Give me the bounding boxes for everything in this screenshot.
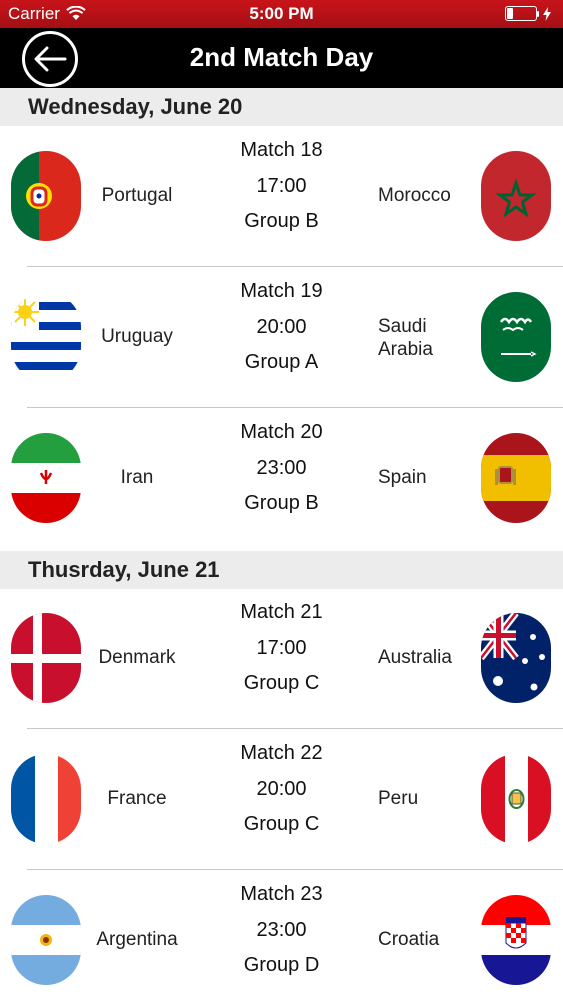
- match-number: Match 23: [240, 883, 323, 905]
- match-info: Match 20 23:00 Group B: [200, 420, 363, 527]
- match-time: 17:00: [256, 636, 307, 659]
- match-group: Group A: [244, 351, 319, 373]
- match-time: 23:00: [256, 918, 307, 941]
- match-group: Group C: [243, 813, 320, 835]
- saudi-arabia-flag-icon: [481, 292, 551, 382]
- match-info: Match 22 20:00 Group C: [200, 741, 363, 848]
- australia-flag-icon: [481, 613, 551, 703]
- match-info: Match 19 20:00 Group A: [200, 279, 363, 386]
- charging-bolt-icon: [543, 6, 551, 21]
- away-team-name: Australia: [378, 647, 452, 668]
- match-number: Match 18: [240, 139, 323, 161]
- match-row[interactable]: Iran Match 20 23:00 Group B Spain: [0, 408, 563, 549]
- match-row[interactable]: Uruguay Match 19 20:00 Group A Saudi Ara…: [0, 267, 563, 408]
- match-row[interactable]: Argentina Match 23 23:00 Group D Croatia: [0, 870, 563, 1000]
- morocco-flag-icon: [481, 151, 551, 241]
- match-number: Match 20: [240, 421, 323, 443]
- match-info: Match 21 17:00 Group C: [200, 600, 363, 707]
- peru-flag-icon: [481, 754, 551, 844]
- match-row[interactable]: France Match 22 20:00 Group C Peru: [0, 729, 563, 870]
- match-time: 17:00: [256, 174, 307, 197]
- match-number: Match 19: [240, 280, 323, 302]
- match-time: 20:00: [256, 315, 307, 338]
- day-header-thursday: Thusrday, June 21: [0, 551, 563, 589]
- croatia-flag-icon: [481, 895, 551, 985]
- match-group: Group D: [243, 954, 320, 976]
- iran-flag-icon: [11, 433, 81, 523]
- spain-flag-icon: [481, 433, 551, 523]
- away-team-name: Spain: [378, 467, 427, 488]
- away-team-name: Croatia: [378, 929, 440, 950]
- match-row[interactable]: Denmark Match 21 17:00 Group C Australia: [0, 588, 563, 729]
- uruguay-flag-icon: [11, 292, 81, 382]
- navigation-bar: 2nd Match Day: [0, 28, 563, 88]
- status-time: 5:00 PM: [249, 4, 314, 23]
- home-team-name: Denmark: [98, 647, 176, 668]
- match-time: 23:00: [256, 456, 307, 479]
- away-team-name: Morocco: [378, 185, 451, 206]
- status-bar: Carrier 5:00 PM: [0, 0, 563, 28]
- argentina-flag-icon: [11, 895, 81, 985]
- france-flag-icon: [11, 754, 81, 844]
- match-info: Match 23 23:00 Group D: [200, 882, 363, 989]
- battery-icon: [505, 6, 537, 21]
- match-info: Match 18 17:00 Group B: [200, 138, 363, 245]
- day-header-wednesday: Wednesday, June 20: [0, 88, 563, 126]
- match-time: 20:00: [256, 777, 307, 800]
- match-number: Match 22: [240, 742, 323, 764]
- match-group: Group B: [244, 492, 319, 514]
- match-number: Match 21: [240, 601, 323, 623]
- home-team-name: Portugal: [101, 185, 173, 206]
- home-team-name: France: [107, 788, 167, 809]
- match-group: Group B: [244, 210, 319, 232]
- home-team-name: Argentina: [96, 929, 178, 950]
- match-row[interactable]: Portugal Match 18 17:00 Group B Morocco: [0, 126, 563, 267]
- page-title: 2nd Match Day: [189, 42, 374, 72]
- away-team-name: Saudi Arabia: [378, 316, 433, 360]
- away-team-name: Peru: [378, 788, 419, 809]
- home-team-name: Iran: [120, 467, 154, 488]
- denmark-flag-icon: [11, 613, 81, 703]
- portugal-flag-icon: [11, 151, 81, 241]
- home-team-name: Uruguay: [101, 326, 173, 347]
- battery-indicator: [505, 6, 551, 21]
- match-group: Group C: [243, 672, 320, 694]
